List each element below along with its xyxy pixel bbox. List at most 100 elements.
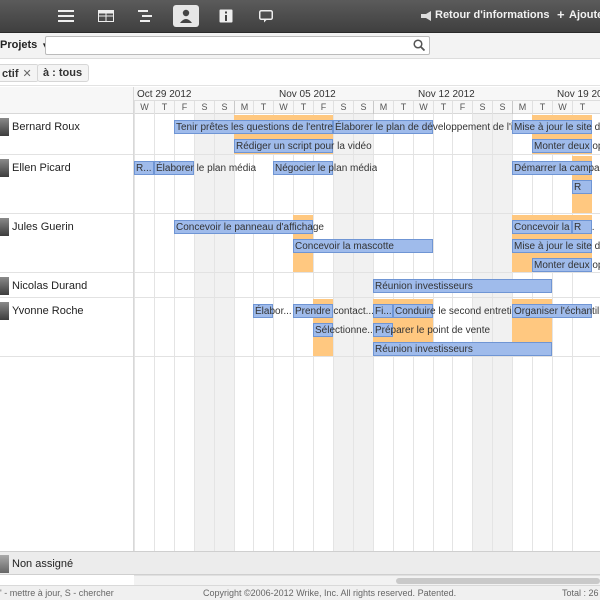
person-name: Nicolas Durand [12, 280, 88, 292]
weekend-shade [214, 114, 234, 552]
task-label: Mise à jour le site d [514, 122, 600, 133]
add-icon: + [557, 7, 565, 22]
task-label: R [574, 182, 582, 193]
user-avatar [0, 159, 9, 177]
task-label: R [574, 222, 582, 233]
task-label: Élaborer le plan média [156, 163, 257, 174]
comment-icon[interactable] [253, 5, 279, 27]
day-gridline [134, 114, 135, 552]
row-gridline [134, 356, 600, 357]
task-label: Réunion investisseurs [375, 344, 473, 355]
day-label: S [472, 101, 492, 114]
filter-bar: Projets▼ [0, 33, 600, 59]
horizontal-scrollbar[interactable] [134, 575, 600, 585]
user-avatar [0, 277, 9, 295]
grid-icon[interactable] [93, 5, 119, 27]
user-avatar [0, 555, 9, 573]
week-label: Oct 29 2012 [137, 89, 192, 100]
day-gridline [293, 114, 294, 552]
user-avatar [0, 302, 9, 320]
task-label: R... [136, 163, 152, 174]
day-label: T [293, 101, 313, 114]
search-box [45, 36, 430, 55]
day-header: WTFSSMTWTFSSMTWTFSSMTWT [134, 101, 600, 114]
person-name: Jules Guerin [12, 221, 74, 233]
week-header: Oct 29 2012 Nov 05 2012 Nov 12 2012 Nov 19 … [134, 87, 600, 101]
day-label: S [492, 101, 512, 114]
day-gridline [253, 114, 254, 552]
day-label: M [512, 101, 532, 114]
weekend-shade [194, 114, 214, 552]
person-row[interactable]: Ellen Picard [0, 155, 133, 214]
day-label: S [353, 101, 373, 114]
user-avatar [0, 118, 9, 136]
people-panel: Bernard Roux Ellen Picard Jules Guerin Nico… [0, 87, 134, 552]
project-select-label: Projets [0, 39, 38, 51]
task-label: Organiser l'échantil [514, 306, 600, 317]
menu-icon[interactable] [53, 5, 79, 27]
info-icon[interactable] [213, 5, 239, 27]
task-label: Élabor... [255, 306, 292, 317]
task-label: Réunion investisseurs [375, 281, 473, 292]
footer-shortcuts: ' - mettre à jour, S - chercher [0, 588, 114, 598]
person-icon[interactable] [173, 5, 199, 27]
scrollbar-thumb[interactable] [396, 578, 600, 584]
person-row[interactable]: Bernard Roux [0, 114, 133, 155]
week-label: Nov 05 2012 [279, 89, 336, 100]
add-button[interactable]: Ajoute [569, 9, 600, 21]
task-label: Négocier le plan média [275, 163, 378, 174]
task-label: Concevoir le panneau d'affichage [176, 222, 324, 233]
row-gridline [134, 272, 600, 273]
footer-total: Total : 26 [562, 588, 599, 598]
day-label: T [532, 101, 552, 114]
close-icon[interactable]: ✕ [23, 68, 32, 80]
day-label: M [373, 101, 393, 114]
row-gridline [134, 213, 600, 214]
search-icon[interactable] [413, 39, 425, 51]
day-label: S [333, 101, 353, 114]
row-gridline [134, 154, 600, 155]
active-filters: ctif ✕ à : tous [0, 60, 600, 86]
filter-chip-status[interactable]: ctif ✕ [0, 64, 39, 82]
task-label: Mise à jour le site d [514, 241, 600, 252]
day-label: T [433, 101, 453, 114]
day-label: F [452, 101, 472, 114]
day-label: W [273, 101, 293, 114]
day-label: F [313, 101, 333, 114]
day-label: S [214, 101, 234, 114]
person-row[interactable]: Yvonne Roche [0, 298, 133, 357]
footer: ' - mettre à jour, S - chercher Copyrigh… [0, 585, 600, 600]
search-input[interactable] [46, 37, 406, 54]
task-label: Élaborer le plan de développement de l'i… [335, 122, 528, 133]
gantt-grid: Tenir prêtes les questions de l'entretie… [134, 114, 600, 552]
task-label: Prendre contact... [295, 306, 374, 317]
person-row[interactable]: Nicolas Durand [0, 273, 133, 298]
task-label: Préparer le point de vente [375, 325, 491, 336]
day-label: T [253, 101, 273, 114]
person-name: Ellen Picard [12, 162, 71, 174]
gantt-timeline: Oct 29 2012 Nov 05 2012 Nov 12 2012 Nov 19 … [134, 87, 600, 552]
task-label: Tenir prêtes les questions de l'entretie… [176, 122, 350, 133]
task-label: Démarrer la campagn [514, 163, 600, 174]
filter-chip-label: à : tous [43, 67, 83, 79]
unassigned-row[interactable]: Non assigné [0, 551, 600, 575]
day-gridline [174, 114, 175, 552]
feedback-link[interactable]: Retour d'informations [435, 9, 549, 21]
day-label: T [572, 101, 592, 114]
filter-chip-assignee[interactable]: à : tous [37, 64, 90, 82]
day-label: T [393, 101, 413, 114]
person-row[interactable]: Jules Guerin [0, 214, 133, 273]
day-gridline [492, 114, 493, 552]
user-avatar [0, 218, 9, 236]
day-label: W [134, 101, 154, 114]
person-name: Yvonne Roche [12, 305, 84, 317]
day-label: S [194, 101, 214, 114]
task-label: Rédiger un script pour la vidéo [236, 141, 372, 152]
day-label: F [174, 101, 194, 114]
filter-chip-label: ctif [2, 68, 19, 80]
footer-copyright: Copyright ©2006-2012 Wrike, Inc. All rig… [203, 588, 457, 598]
weekend-shade [492, 114, 512, 552]
list-icon[interactable] [133, 5, 159, 27]
task-label: Sélectionne... [315, 325, 376, 336]
week-label: Nov 19 2012 [557, 89, 600, 100]
